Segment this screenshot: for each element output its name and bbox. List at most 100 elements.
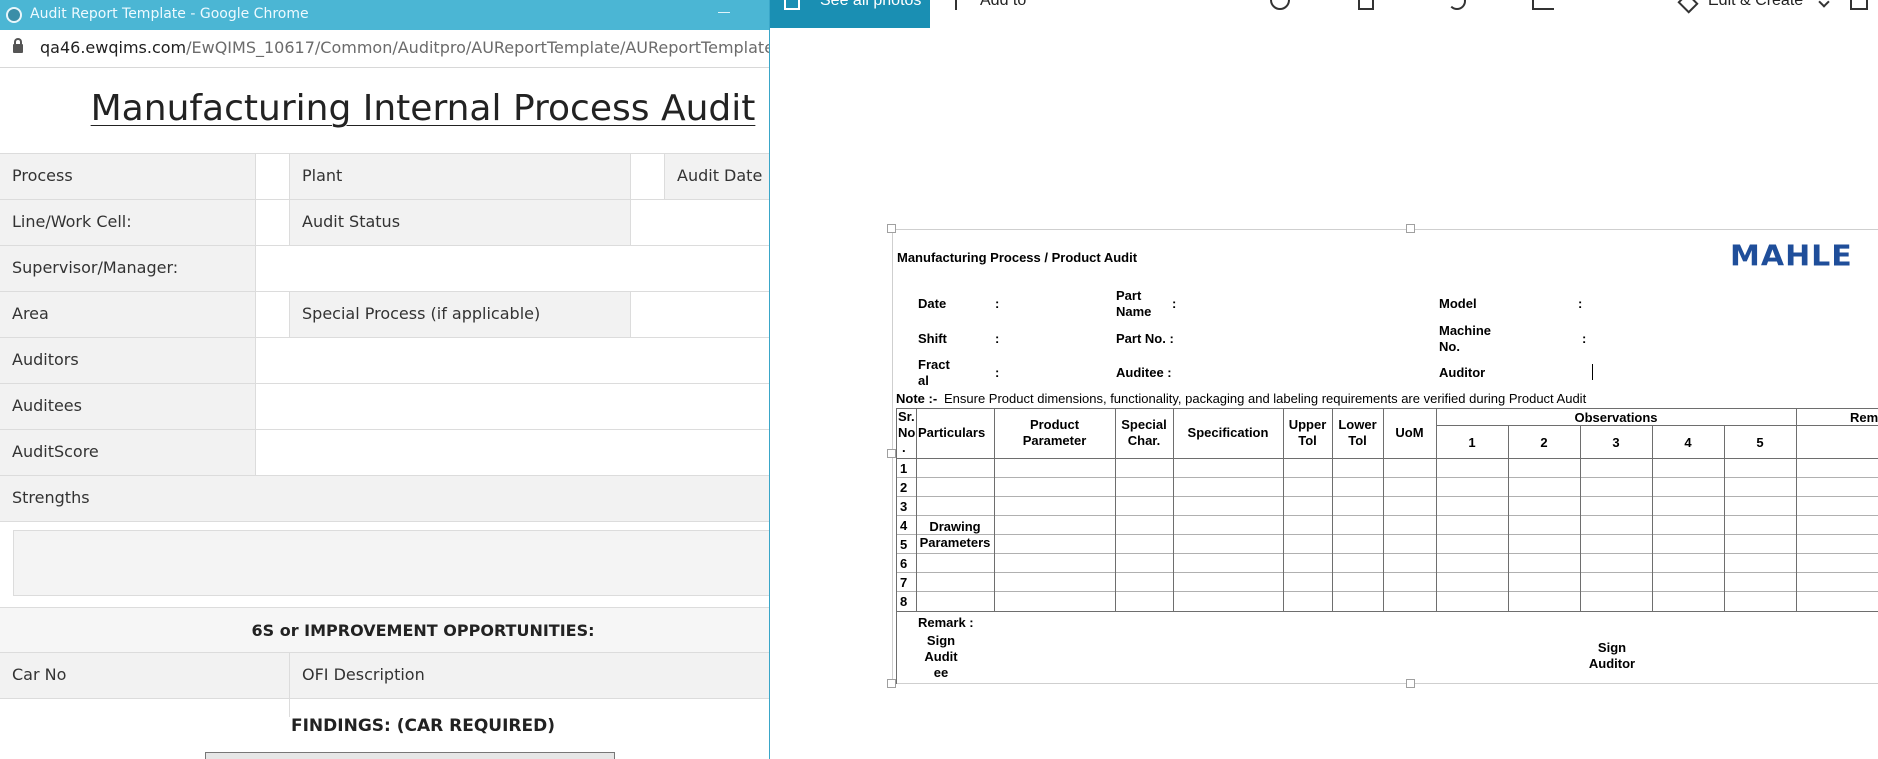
lower-tol-header-2: Tol: [1348, 433, 1367, 448]
car-no-value[interactable]: [0, 699, 289, 717]
report-row-ofi-header: Car No OFI Description: [0, 652, 769, 698]
ofi-description-label: OFI Description: [289, 653, 769, 698]
date-label: Date: [918, 296, 947, 311]
lower-tol-header-1: Lower: [1338, 417, 1377, 432]
fractal-label-2: al: [918, 373, 929, 388]
minimize-icon[interactable]: [718, 12, 730, 13]
resize-handle-bottom[interactable]: [1406, 679, 1415, 688]
auditees-value[interactable]: [255, 384, 769, 429]
remarks-header: Remar: [1850, 410, 1878, 425]
add-to-button[interactable]: Add to: [980, 0, 1026, 10]
obs-col-4: 4: [1684, 435, 1692, 450]
chrome-titlebar[interactable]: Audit Report Template - Google Chrome: [0, 0, 769, 30]
zoom-icon[interactable]: [1270, 0, 1290, 10]
crop-icon[interactable]: [1532, 0, 1554, 10]
table-header-bottom: [896, 458, 1878, 459]
strengths-textarea[interactable]: [13, 530, 769, 596]
observations-divider: [1436, 425, 1878, 426]
see-all-photos-label: See all photos: [820, 0, 922, 9]
row-number: 7: [900, 575, 908, 590]
table-col-line: [916, 408, 917, 611]
table-row-line: [896, 572, 1878, 573]
special-char-header-2: Char.: [1127, 433, 1161, 448]
add-to-divider: [955, 0, 957, 10]
audit-status-value[interactable]: [630, 200, 769, 245]
url-path: /EwQIMS_10617/Common/Auditpro/AUReportTe…: [186, 38, 770, 57]
share-icon[interactable]: [1850, 0, 1868, 10]
remark-label: Remark :: [918, 615, 974, 630]
uom-header: UoM: [1395, 425, 1424, 440]
report-page: Manufacturing Internal Process Audit Pro…: [0, 68, 769, 759]
resize-handle-bottom-left[interactable]: [887, 679, 896, 688]
supervisor-manager-value[interactable]: [255, 246, 769, 291]
report-row-auditees: Auditees: [0, 383, 769, 429]
edit-create-button[interactable]: Edit & Create: [1708, 0, 1803, 10]
url-text[interactable]: qa46.ewqims.com/EwQIMS_10617/Common/Audi…: [40, 38, 770, 57]
row-number: 5: [900, 537, 908, 552]
table-col-line: [1580, 425, 1581, 611]
special-process-value[interactable]: [630, 292, 769, 337]
ofi-description-value[interactable]: [289, 699, 769, 717]
table-top-border: [896, 408, 1878, 409]
address-bar[interactable]: qa46.ewqims.com/EwQIMS_10617/Common/Audi…: [0, 30, 770, 68]
audit-score-value[interactable]: [255, 430, 769, 475]
strengths-label: Strengths: [0, 476, 769, 521]
audit-status-label: Audit Status: [289, 200, 630, 245]
process-value[interactable]: [255, 154, 289, 199]
obs-col-2: 2: [1540, 435, 1548, 450]
resize-handle-top-left[interactable]: [887, 224, 896, 233]
sr-no-header-3: .: [902, 440, 906, 455]
sign-auditee-3: ee: [933, 665, 949, 680]
chevron-down-icon[interactable]: [1818, 0, 1830, 8]
sign-auditee-2: Audit: [924, 649, 958, 664]
line-work-cell-label: Line/Work Cell:: [0, 200, 255, 245]
resize-handle-left[interactable]: [887, 449, 896, 458]
edit-icon[interactable]: [1677, 0, 1699, 14]
doc-title: Manufacturing Process / Product Audit: [897, 250, 1138, 265]
fractal-colon: :: [995, 365, 1000, 380]
see-all-photos-button[interactable]: See all photos: [770, 0, 930, 28]
note-label: Note :-: [896, 391, 938, 406]
sign-auditee-1: Sign: [926, 633, 956, 648]
supervisor-manager-label: Supervisor/Manager:: [0, 246, 255, 291]
delete-icon[interactable]: [1358, 0, 1374, 10]
car-no-label: Car No: [0, 653, 289, 698]
window-title: Audit Report Template - Google Chrome: [30, 6, 309, 22]
plant-value[interactable]: [630, 154, 664, 199]
horizontal-scrollbar[interactable]: [205, 752, 615, 759]
obs-col-1: 1: [1468, 435, 1476, 450]
report-row-area: Area Special Process (if applicable): [0, 291, 769, 337]
document-image[interactable]: Manufacturing Process / Product Audit MA…: [887, 224, 1878, 688]
url-host: qa46.ewqims.com: [40, 38, 187, 57]
sr-no-header-2: No: [898, 425, 916, 440]
report-row-audit-score: AuditScore: [0, 429, 769, 475]
row-number: 8: [900, 594, 908, 609]
table-row-line: [896, 591, 1878, 592]
chrome-logo-icon: [6, 7, 22, 23]
table-col-line: [1508, 425, 1509, 611]
shift-label: Shift: [918, 331, 947, 346]
machine-no-label-1: Machine: [1439, 323, 1492, 338]
area-value[interactable]: [255, 292, 289, 337]
process-label: Process: [0, 154, 255, 199]
obs-col-5: 5: [1756, 435, 1764, 450]
auditor-label: Auditor: [1439, 365, 1486, 380]
lock-icon[interactable]: [13, 38, 23, 53]
part-name-label-2: Name: [1116, 304, 1152, 319]
area-label: Area: [0, 292, 255, 337]
special-process-label: Special Process (if applicable): [289, 292, 630, 337]
particulars-header: Particulars: [918, 425, 986, 440]
mahle-logo: MAHLE: [1730, 239, 1853, 274]
line-work-cell-value[interactable]: [255, 200, 289, 245]
report-row-ofi-entry: [0, 698, 769, 717]
resize-handle-top[interactable]: [1406, 224, 1415, 233]
table-col-line: [1796, 408, 1797, 611]
row-number: 3: [900, 499, 908, 514]
drawing-parameters-1: Drawing: [929, 519, 981, 534]
photos-viewer: See all photos Add to Edit & Create Manu…: [770, 0, 1878, 759]
row-number: 2: [900, 480, 908, 495]
image-selection-frame: [892, 229, 1878, 684]
auditors-value[interactable]: [255, 338, 769, 383]
rotate-icon[interactable]: [1448, 0, 1466, 10]
obs-col-3: 3: [1612, 435, 1620, 450]
